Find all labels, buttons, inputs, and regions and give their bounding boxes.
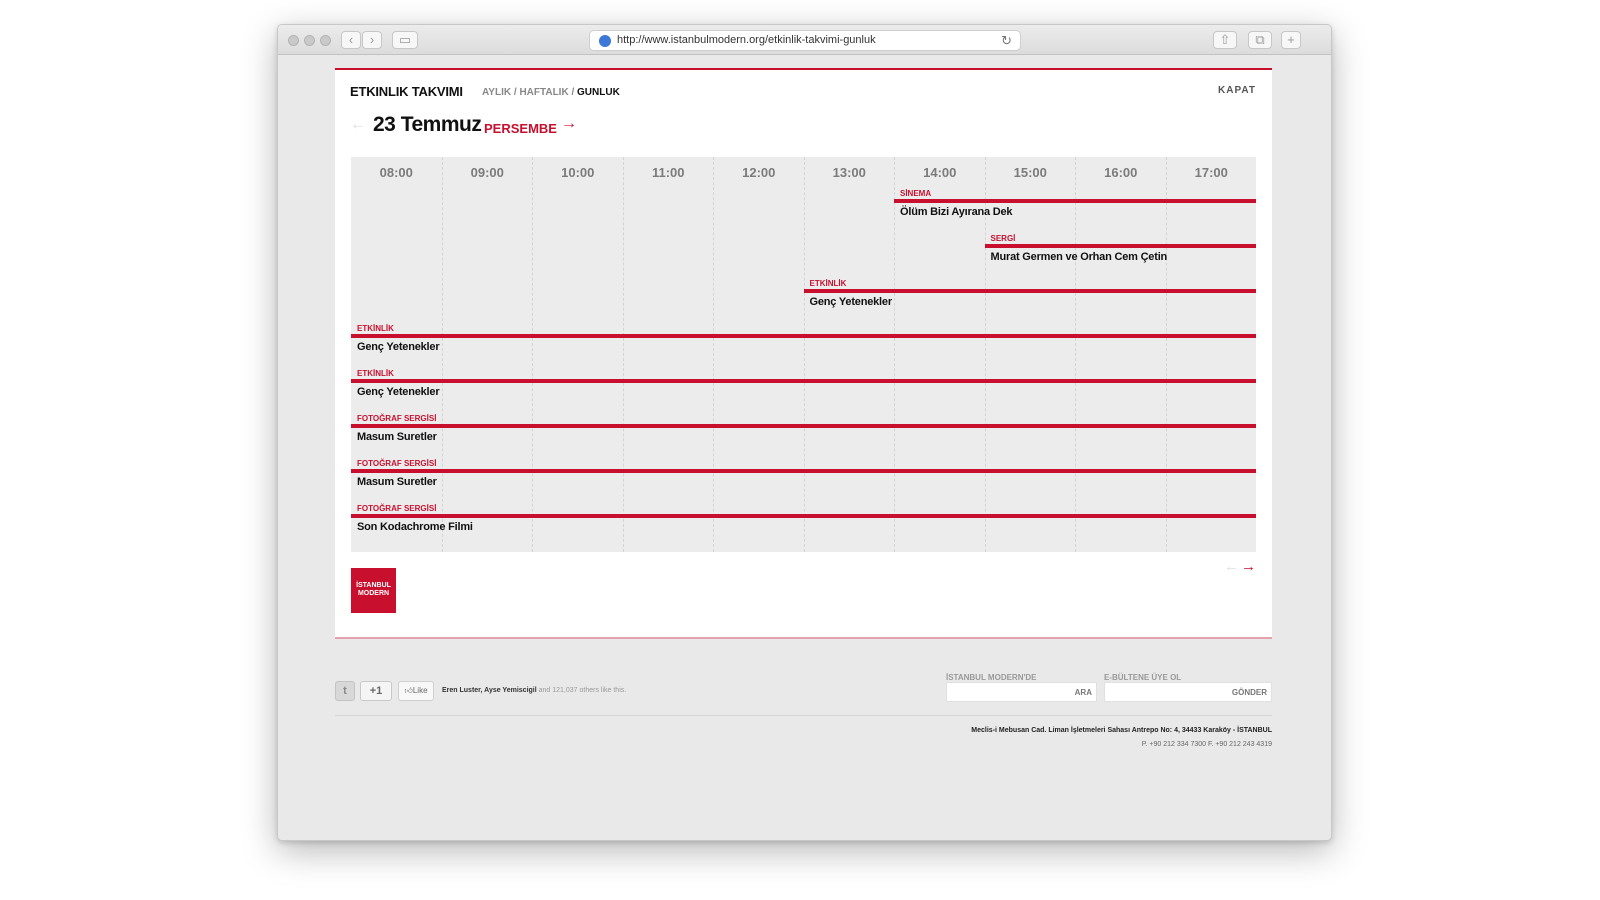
hour-label: 17:00 — [1194, 165, 1228, 180]
next-day-arrow-icon[interactable]: → — [561, 115, 577, 133]
page-footer: t +1 👍︎Like Eren Luster, Ayse Yemiscigil… — [335, 673, 1272, 793]
like-button[interactable]: 👍︎Like — [398, 681, 434, 701]
newsletter-submit-button[interactable]: GÖNDER — [1232, 688, 1267, 697]
view-separator: / — [568, 87, 578, 98]
event-bar[interactable] — [803, 289, 1256, 293]
browser-window: ‹ › ▭ http://www.istanbulmodern.org/etki… — [277, 24, 1332, 841]
zoom-window-button[interactable] — [320, 35, 331, 46]
footer-divider — [335, 715, 1272, 716]
event-category: SİNEMA — [900, 189, 932, 198]
hour-label: 10:00 — [561, 165, 595, 180]
search-label: İSTANBUL MODERN'DE — [946, 673, 1037, 682]
newsletter-label: E-BÜLTENE ÜYE OL — [1104, 673, 1182, 682]
istanbul-modern-logo[interactable]: İSTANBUL MODERN — [351, 568, 396, 613]
event-name[interactable]: Genç Yetenekler — [357, 341, 440, 353]
event-row[interactable]: ETKİNLİK Genç Yetenekler — [803, 275, 1256, 319]
share-icon[interactable]: ⇧ — [1213, 31, 1237, 49]
thumbs-up-icon: 👍︎ — [404, 686, 413, 695]
event-row[interactable]: FOTOĞRAF SERGİSİ Son Kodachrome Filmi — [351, 500, 1256, 544]
phone-text: P. +90 212 334 7300 F. +90 212 243 4319 — [1141, 741, 1272, 748]
browser-toolbar: ‹ › ▭ http://www.istanbulmodern.org/etki… — [278, 25, 1331, 55]
close-window-button[interactable] — [288, 35, 299, 46]
url-text: http://www.istanbulmodern.org/etkinlik-t… — [617, 34, 876, 46]
scroll-left-arrow-icon[interactable]: ← — [1224, 558, 1239, 575]
event-bar[interactable] — [984, 244, 1256, 248]
view-switcher: AYLIK / HAFTALIK / GUNLUK — [482, 87, 620, 98]
event-name[interactable]: Son Kodachrome Filmi — [357, 521, 473, 533]
forward-button[interactable]: › — [362, 31, 382, 49]
event-row[interactable]: ETKİNLİK Genç Yetenekler — [351, 320, 1256, 364]
social-likes-text: Eren Luster, Ayse Yemiscigil and 121,037… — [442, 687, 626, 694]
hour-label: 13:00 — [832, 165, 866, 180]
reload-icon[interactable]: ↻ — [1001, 31, 1012, 50]
twitter-icon[interactable]: t — [335, 681, 355, 701]
event-bar[interactable] — [351, 514, 1256, 518]
prev-day-arrow-icon[interactable]: ← — [350, 116, 366, 134]
event-row[interactable]: FOTOĞRAF SERGİSİ Masum Suretler — [351, 410, 1256, 454]
hour-label: 15:00 — [1013, 165, 1047, 180]
search-button[interactable]: ARA — [1075, 688, 1092, 697]
back-button[interactable]: ‹ — [341, 31, 361, 49]
sidebar-toggle-icon[interactable]: ▭ — [392, 31, 418, 49]
gplus-button[interactable]: +1 — [360, 681, 392, 701]
event-category: ETKİNLİK — [809, 279, 847, 288]
event-name[interactable]: Ölüm Bizi Ayırana Dek — [900, 206, 1013, 218]
day-schedule-grid: 08:00 09:00 10:00 11:00 12:00 13:00 14:00 15:00… — [351, 157, 1256, 552]
event-category: FOTOĞRAF SERGİSİ — [357, 504, 437, 513]
calendar-title: ETKINLIK TAKVIMI — [350, 84, 463, 99]
date-heading: 23 Temmuz — [373, 113, 482, 136]
newsletter-input[interactable]: GÖNDER — [1104, 682, 1272, 702]
hour-label: 09:00 — [470, 165, 504, 180]
logo-line-1: İSTANBUL — [356, 582, 391, 589]
hour-label: 11:00 — [651, 165, 685, 180]
event-bar[interactable] — [894, 199, 1256, 203]
event-name[interactable]: Genç Yetenekler — [357, 386, 440, 398]
event-row[interactable]: SERGİ Murat Germen ve Orhan Cem Çetin — [984, 230, 1256, 274]
minimize-window-button[interactable] — [304, 35, 315, 46]
social-names[interactable]: Eren Luster, Ayse Yemiscigil — [442, 687, 537, 694]
event-name[interactable]: Masum Suretler — [357, 476, 437, 488]
hour-label: 14:00 — [923, 165, 957, 180]
globe-icon — [599, 35, 611, 47]
social-rest: and 121,037 others like this. — [536, 687, 627, 694]
event-name[interactable]: Genç Yetenekler — [810, 296, 893, 308]
view-daily-link[interactable]: GUNLUK — [577, 87, 620, 98]
event-name[interactable]: Murat Germen ve Orhan Cem Çetin — [991, 251, 1168, 263]
event-bar[interactable] — [351, 334, 1256, 338]
event-bar[interactable] — [351, 424, 1256, 428]
close-link[interactable]: KAPAT — [1218, 85, 1256, 96]
event-row[interactable]: SİNEMA Ölüm Bizi Ayırana Dek — [894, 185, 1256, 229]
event-category: ETKİNLİK — [357, 369, 394, 378]
event-category: ETKİNLİK — [357, 324, 394, 333]
calendar-panel: ETKINLIK TAKVIMI AYLIK / HAFTALIK / GUNL… — [335, 68, 1272, 639]
event-name[interactable]: Masum Suretler — [357, 431, 437, 443]
hour-label: 08:00 — [379, 165, 413, 180]
event-bar[interactable] — [351, 379, 1256, 383]
event-category: FOTOĞRAF SERGİSİ — [357, 459, 437, 468]
event-category: FOTOĞRAF SERGİSİ — [357, 414, 437, 423]
weekday-label: PERSEMBE — [484, 121, 557, 136]
view-monthly-link[interactable]: AYLIK — [482, 87, 511, 98]
search-input[interactable]: ARA — [946, 682, 1097, 702]
scroll-right-arrow-icon[interactable]: → — [1241, 558, 1256, 575]
logo-line-2: MODERN — [357, 590, 390, 597]
hour-label: 16:00 — [1104, 165, 1138, 180]
hour-label: 12:00 — [742, 165, 776, 180]
view-weekly-link[interactable]: HAFTALIK — [519, 87, 568, 98]
like-label: Like — [412, 686, 428, 695]
address-bar[interactable]: http://www.istanbulmodern.org/etkinlik-t… — [589, 30, 1021, 51]
event-row[interactable]: ETKİNLİK Genç Yetenekler — [351, 365, 1256, 409]
address-text: Meclis-i Mebusan Cad. Liman İşletmeleri … — [971, 727, 1272, 734]
new-tab-icon[interactable]: + — [1281, 31, 1301, 49]
event-row[interactable]: FOTOĞRAF SERGİSİ Masum Suretler — [351, 455, 1256, 499]
event-bar[interactable] — [351, 469, 1256, 473]
event-category: SERGİ — [990, 234, 1016, 243]
tabs-icon[interactable]: ⧉ — [1248, 31, 1272, 49]
